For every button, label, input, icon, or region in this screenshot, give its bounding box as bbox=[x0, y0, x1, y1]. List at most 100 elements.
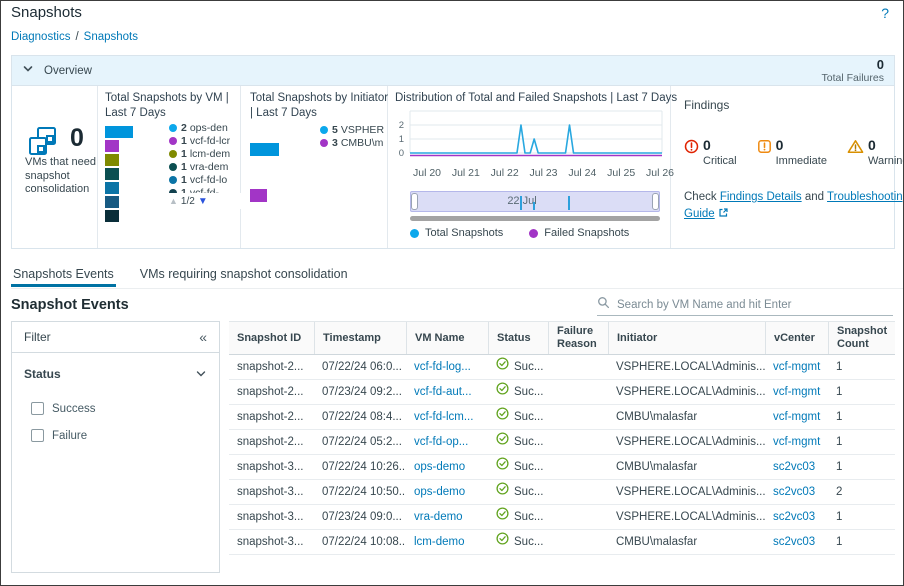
finding-count: 0 bbox=[776, 138, 827, 152]
cell-snapshot-count: 1 bbox=[828, 530, 895, 554]
breadcrumb: Diagnostics/Snapshots bbox=[11, 31, 138, 43]
vcenter-link[interactable]: sc2vc03 bbox=[773, 486, 815, 498]
vcenter-link[interactable]: sc2vc03 bbox=[773, 511, 815, 523]
column-header-timestamp[interactable]: Timestamp bbox=[314, 322, 406, 354]
vcenter-link[interactable]: vcf-mgmt bbox=[773, 411, 820, 423]
filter-title: Filter bbox=[24, 330, 51, 344]
cell-snapshot-id: snapshot-3... bbox=[229, 455, 314, 479]
table-row[interactable]: snapshot-3...07/22/24 10:08...lcm-demoSu… bbox=[229, 530, 895, 555]
vm-name-link[interactable]: lcm-demo bbox=[414, 536, 464, 548]
overview-header[interactable]: Overview 0 Total Failures bbox=[12, 56, 894, 86]
filter-option-failure[interactable]: Failure bbox=[12, 422, 219, 449]
search-input[interactable] bbox=[617, 299, 893, 311]
table-row[interactable]: snapshot-2...07/22/24 06:0...vcf-fd-log.… bbox=[229, 355, 895, 380]
vm-bar bbox=[105, 140, 119, 152]
page-down-icon[interactable]: ▼ bbox=[198, 196, 208, 207]
cell-status: Suc... bbox=[488, 355, 548, 379]
success-icon bbox=[496, 530, 509, 554]
slider-mini-spike bbox=[533, 202, 535, 210]
legend-count: 3 bbox=[332, 137, 338, 149]
column-header-status[interactable]: Status bbox=[488, 322, 548, 354]
external-link-icon[interactable] bbox=[718, 207, 729, 224]
vm-name-link[interactable]: ops-demo bbox=[414, 461, 465, 473]
collapse-panel-icon[interactable]: « bbox=[199, 329, 207, 345]
table-row[interactable]: snapshot-2...07/22/24 05:2...vcf-fd-op..… bbox=[229, 430, 895, 455]
success-icon bbox=[496, 480, 509, 504]
cell-initiator: CMBU\malasfar bbox=[608, 455, 765, 479]
success-icon bbox=[496, 405, 509, 429]
help-icon[interactable]: ? bbox=[881, 5, 889, 21]
vm-name-link[interactable]: vcf-fd-lcm... bbox=[414, 411, 473, 423]
table-row[interactable]: snapshot-3...07/23/24 09:0...vra-demoSuc… bbox=[229, 505, 895, 530]
time-range-slider[interactable]: 22 Jul bbox=[410, 191, 660, 212]
column-header-snapshot-count[interactable]: Snapshot Count bbox=[828, 322, 895, 354]
vm-name-link[interactable]: vcf-fd-log... bbox=[414, 361, 471, 373]
cell-snapshot-id: snapshot-2... bbox=[229, 355, 314, 379]
breadcrumb-link-snapshots[interactable]: Snapshots bbox=[84, 31, 138, 43]
slider-handle-left[interactable] bbox=[411, 193, 418, 210]
slider-handle-right[interactable] bbox=[652, 193, 659, 210]
legend-item: 1vra-dem bbox=[169, 160, 241, 173]
cell-vm-name: vcf-fd-aut... bbox=[406, 380, 488, 404]
vcenter-link[interactable]: vcf-mgmt bbox=[773, 386, 820, 398]
page-up-icon[interactable]: ▲ bbox=[169, 196, 178, 206]
finding-critical: 0Critical bbox=[684, 138, 737, 167]
x-tick-label: Jul 21 bbox=[445, 167, 487, 179]
legend-label: VSPHER bbox=[341, 124, 384, 136]
vcenter-link[interactable]: vcf-mgmt bbox=[773, 436, 820, 448]
cell-vm-name: ops-demo bbox=[406, 455, 488, 479]
findings-items: 0Critical0Immediate0Warning bbox=[684, 138, 904, 167]
legend-dot-icon bbox=[320, 126, 328, 134]
status-text: Suc... bbox=[514, 405, 543, 429]
table-row[interactable]: snapshot-3...07/22/24 10:50...ops-demoSu… bbox=[229, 480, 895, 505]
vcenter-link[interactable]: sc2vc03 bbox=[773, 461, 815, 473]
horizontal-scrollbar[interactable] bbox=[410, 216, 660, 221]
cell-failure-reason bbox=[548, 430, 608, 454]
chevron-down-icon[interactable] bbox=[22, 62, 34, 80]
vm-name-link[interactable]: vcf-fd-op... bbox=[414, 436, 468, 448]
cell-snapshot-count: 2 bbox=[828, 480, 895, 504]
table-row[interactable]: snapshot-2...07/22/24 08:4...vcf-fd-lcm.… bbox=[229, 405, 895, 430]
cell-vcenter: vcf-mgmt bbox=[765, 405, 828, 429]
column-header-initiator[interactable]: Initiator bbox=[608, 322, 765, 354]
table-row[interactable]: snapshot-3...07/22/24 10:26...ops-demoSu… bbox=[229, 455, 895, 480]
column-header-vcenter[interactable]: vCenter bbox=[765, 322, 828, 354]
checkbox-success[interactable] bbox=[31, 402, 44, 415]
cell-vm-name: vcf-fd-op... bbox=[406, 430, 488, 454]
cell-vm-name: vcf-fd-log... bbox=[406, 355, 488, 379]
column-header-vm-name[interactable]: VM Name bbox=[406, 322, 488, 354]
svg-text:2: 2 bbox=[399, 120, 404, 131]
warning-icon bbox=[847, 139, 864, 167]
filter-header: Filter « bbox=[12, 322, 219, 353]
table-body: snapshot-2...07/22/24 06:0...vcf-fd-log.… bbox=[229, 355, 895, 555]
table-row[interactable]: snapshot-2...07/23/24 09:2...vcf-fd-aut.… bbox=[229, 380, 895, 405]
breadcrumb-link-diagnostics[interactable]: Diagnostics bbox=[11, 31, 70, 43]
filter-group-status[interactable]: Status bbox=[12, 353, 219, 381]
vm-name-link[interactable]: vcf-fd-aut... bbox=[414, 386, 472, 398]
vcenter-link[interactable]: vcf-mgmt bbox=[773, 361, 820, 373]
cell-snapshot-count: 1 bbox=[828, 455, 895, 479]
column-header-snapshot-id[interactable]: Snapshot ID bbox=[229, 322, 314, 354]
cell-status: Suc... bbox=[488, 430, 548, 454]
cell-initiator: CMBU\malasfar bbox=[608, 530, 765, 554]
cell-failure-reason bbox=[548, 505, 608, 529]
immediate-icon bbox=[757, 139, 772, 167]
chart-title-distribution: Distribution of Total and Failed Snapsho… bbox=[395, 91, 677, 106]
filter-option-success[interactable]: Success bbox=[12, 395, 219, 422]
column-header-failure-reason[interactable]: Failure Reason bbox=[548, 322, 608, 354]
findings-details-link[interactable]: Findings Details bbox=[720, 191, 802, 203]
distribution-legend: Total SnapshotsFailed Snapshots bbox=[410, 227, 629, 239]
legend-label: vra-dem bbox=[190, 161, 229, 173]
status-text: Suc... bbox=[514, 480, 543, 504]
vm-bar bbox=[105, 154, 119, 166]
tab-snapshots-events[interactable]: Snapshots Events bbox=[11, 264, 116, 287]
svg-text:0: 0 bbox=[399, 148, 404, 159]
checkbox-failure[interactable] bbox=[31, 429, 44, 442]
tab-vms-requiring-snapshot-consolidation[interactable]: VMs requiring snapshot consolidation bbox=[138, 264, 350, 287]
vm-name-link[interactable]: ops-demo bbox=[414, 486, 465, 498]
success-icon bbox=[496, 380, 509, 404]
vcenter-link[interactable]: sc2vc03 bbox=[773, 536, 815, 548]
cell-vcenter: sc2vc03 bbox=[765, 530, 828, 554]
cell-timestamp: 07/22/24 10:08... bbox=[314, 530, 406, 554]
vm-name-link[interactable]: vra-demo bbox=[414, 511, 463, 523]
